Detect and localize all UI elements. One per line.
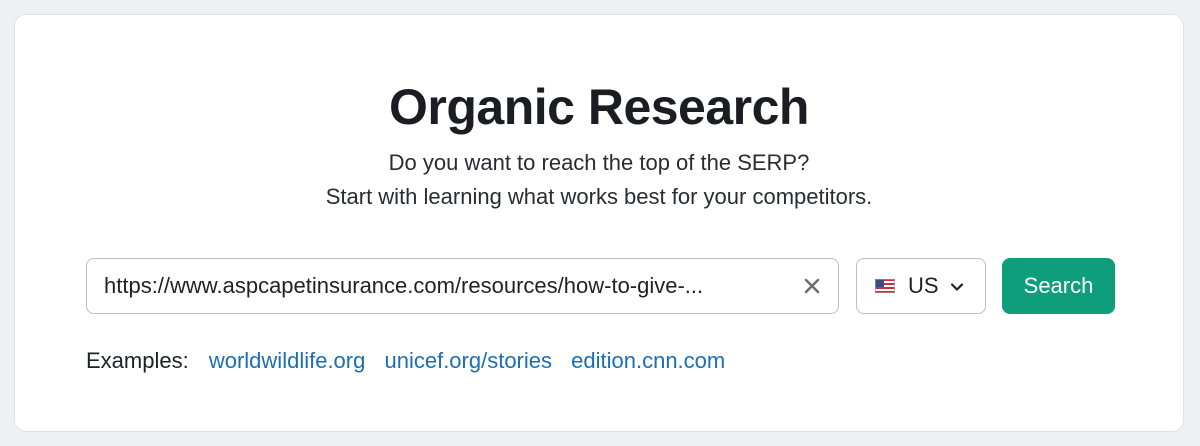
subtitle-line-2: Start with learning what works best for … bbox=[325, 184, 873, 209]
country-label: US bbox=[908, 273, 939, 298]
examples-label: Examples: bbox=[86, 348, 189, 373]
subtitle-line-1: Do you want to reach the top of the SERP… bbox=[388, 150, 810, 175]
search-button[interactable]: Search bbox=[1002, 258, 1115, 314]
example-link-worldwildlife[interactable]: worldwildlife.org bbox=[209, 348, 366, 373]
close-icon[interactable] bbox=[802, 276, 822, 296]
us-flag-icon bbox=[875, 279, 895, 293]
page-title: Organic Research bbox=[389, 79, 809, 135]
examples-row: Examples: worldwildlife.org unicef.org/s… bbox=[86, 345, 738, 377]
organic-research-card: Organic Research Do you want to reach th… bbox=[14, 14, 1184, 432]
example-link-cnn[interactable]: edition.cnn.com bbox=[571, 348, 725, 373]
example-link-unicef[interactable]: unicef.org/stories bbox=[384, 348, 552, 373]
search-input[interactable] bbox=[104, 259, 784, 313]
search-field[interactable] bbox=[86, 258, 839, 314]
chevron-down-icon bbox=[950, 281, 964, 293]
country-select[interactable]: US bbox=[856, 258, 986, 314]
